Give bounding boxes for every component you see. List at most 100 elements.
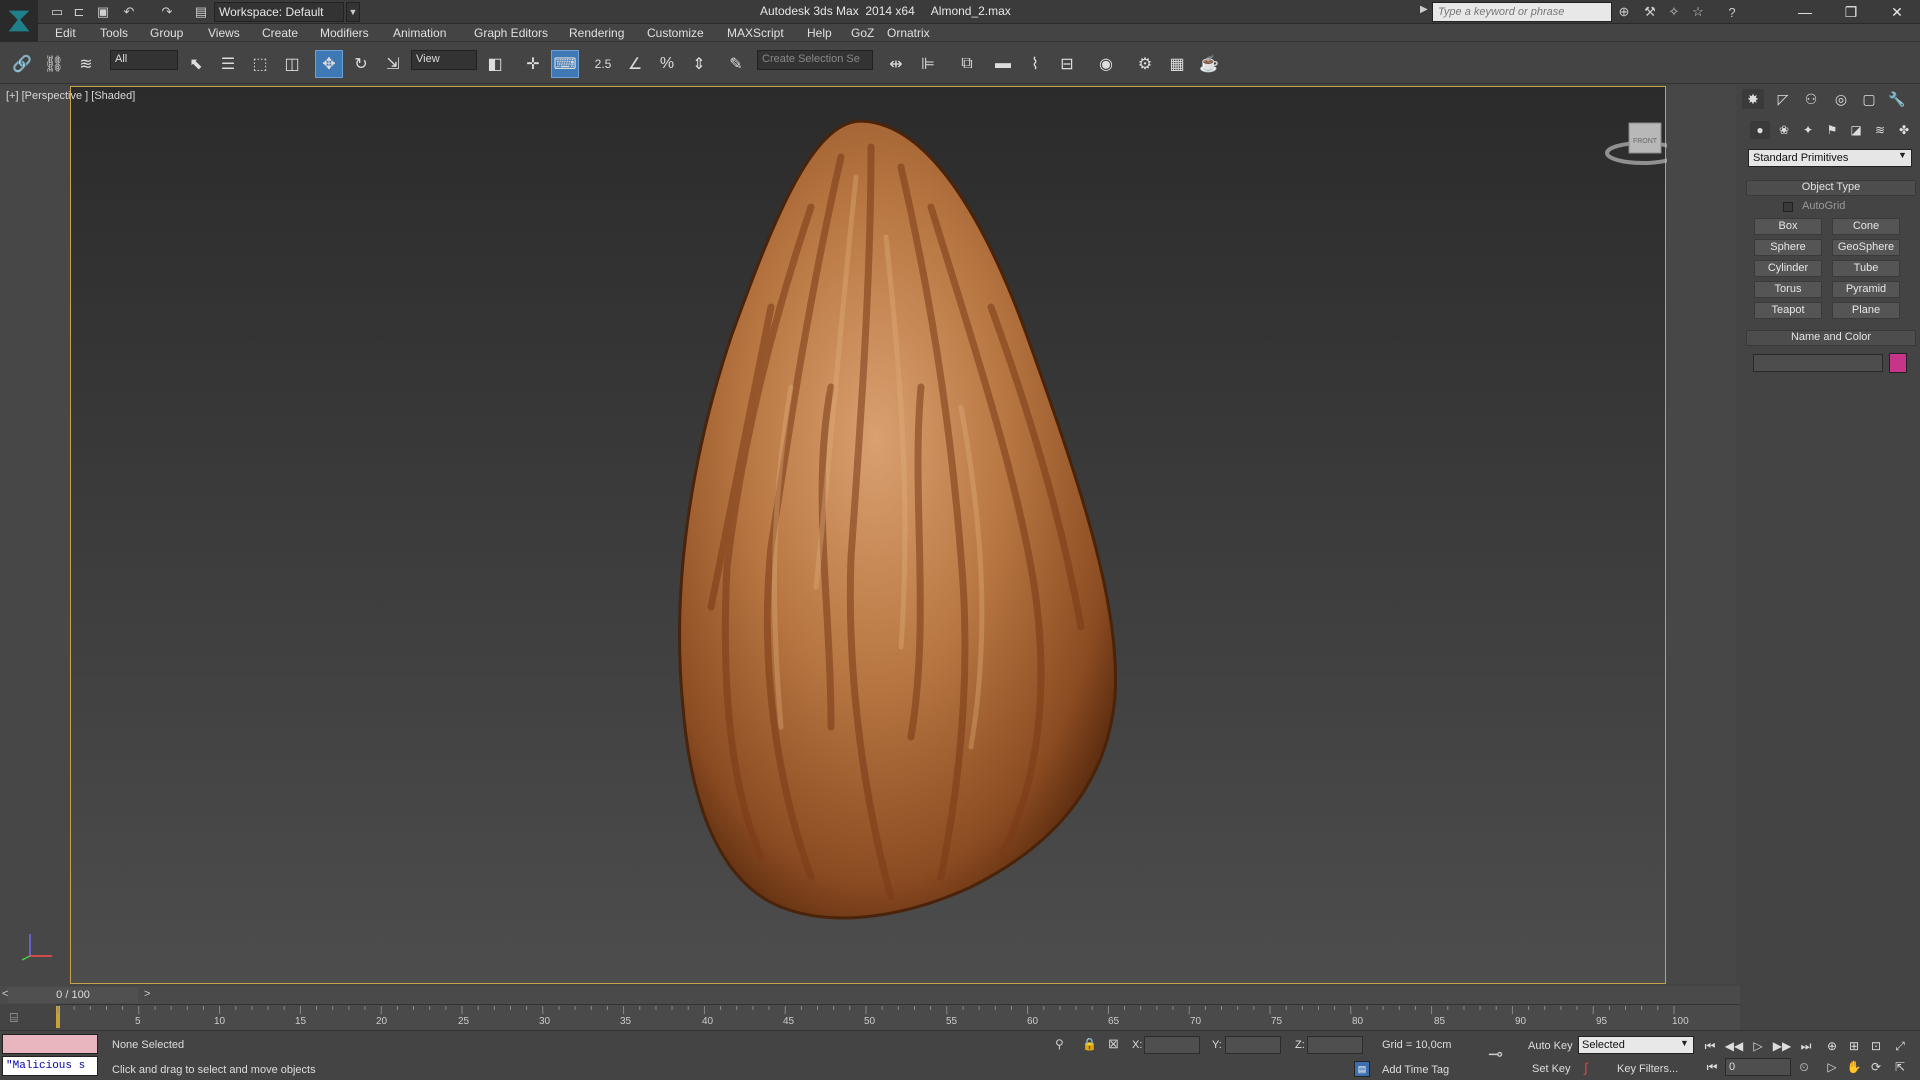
rectangular-selection-icon[interactable]: ⬚ (246, 50, 274, 78)
communication-center-icon[interactable]: ✧ (1664, 3, 1684, 21)
window-crossing-icon[interactable]: ◫ (278, 50, 306, 78)
menu-maxscript[interactable]: MAXScript (727, 26, 784, 40)
select-and-link-icon[interactable]: 🔗 (8, 50, 36, 78)
cone-button[interactable]: Cone (1832, 218, 1900, 235)
mini-curve-editor-icon[interactable]: ⌸ (10, 1010, 32, 1026)
search-expand-icon[interactable]: ▶ (1420, 4, 1428, 15)
save-file-icon[interactable]: ▣ (94, 3, 112, 21)
field-of-view-icon[interactable]: ▷ (1822, 1058, 1842, 1076)
time-configuration-icon[interactable]: ⏲ (1794, 1058, 1814, 1076)
object-name-input[interactable] (1753, 354, 1883, 372)
key-mode-arrow-icon[interactable]: ▼ (1680, 1038, 1689, 1048)
mirror-icon[interactable]: ⇹ (882, 50, 910, 78)
menu-modifiers[interactable]: Modifiers (320, 26, 369, 40)
open-file-icon[interactable]: ⊏ (70, 3, 88, 21)
key-mode-toggle-icon[interactable]: ⏮ (1702, 1058, 1722, 1076)
select-and-manipulate-icon[interactable]: ✛ (519, 50, 547, 78)
menu-customize[interactable]: Customize (647, 26, 704, 40)
zoom-icon[interactable]: ⊕ (1822, 1037, 1842, 1055)
reference-coordinate-dropdown[interactable]: View (411, 50, 477, 70)
named-selection-set-dropdown[interactable]: Create Selection Se (757, 50, 873, 70)
maxscript-listener-input[interactable] (2, 1034, 98, 1054)
subscription-key-icon[interactable]: ⚒ (1640, 3, 1660, 21)
systems-icon[interactable]: ✤ (1894, 121, 1914, 139)
app-menu-button[interactable] (0, 0, 38, 42)
select-object-icon[interactable]: ⬉ (182, 50, 210, 78)
autogrid-checkbox[interactable] (1783, 202, 1793, 212)
layer-explorer-icon[interactable]: ⧉ (953, 50, 981, 78)
menu-help[interactable]: Help (807, 26, 832, 40)
object-type-rollout[interactable]: Object Type (1746, 180, 1916, 196)
binoculars-icon[interactable]: ⊕ (1614, 3, 1634, 21)
time-slider-next-icon[interactable]: > (144, 988, 150, 1000)
bind-to-space-warp-icon[interactable]: ≋ (72, 50, 100, 78)
menu-tools[interactable]: Tools (100, 26, 128, 40)
menu-views[interactable]: Views (208, 26, 240, 40)
x-coordinate-field[interactable] (1144, 1036, 1200, 1054)
isolate-selection-icon[interactable]: ⚲ (1055, 1037, 1064, 1051)
shapes-icon[interactable]: ❀ (1774, 121, 1794, 139)
schematic-view-icon[interactable]: ⊟ (1053, 50, 1081, 78)
time-slider-thumb[interactable]: 0 / 100 (8, 987, 138, 1003)
plane-button[interactable]: Plane (1832, 302, 1900, 319)
time-tag-icon[interactable]: ▤ (1354, 1061, 1370, 1077)
project-folder-icon[interactable]: ▤ (192, 3, 210, 21)
helpers-icon[interactable]: ◪ (1846, 121, 1866, 139)
graphite-ribbon-icon[interactable]: ▬ (989, 50, 1017, 78)
selection-filter-dropdown[interactable]: All (110, 50, 178, 70)
go-to-end-icon[interactable]: ⏭ (1796, 1037, 1816, 1055)
absolute-mode-icon[interactable]: ⊠ (1108, 1036, 1119, 1052)
y-coordinate-field[interactable] (1225, 1036, 1281, 1054)
current-frame-field[interactable]: 0 (1725, 1058, 1791, 1076)
snaps-toggle-icon[interactable]: 2.5 (589, 50, 617, 78)
go-to-start-icon[interactable]: ⏮ (1700, 1037, 1720, 1055)
create-tab-icon[interactable]: ✸ (1742, 89, 1764, 109)
maxscript-listener-output[interactable]: "Malicious s (2, 1056, 98, 1076)
modify-tab-icon[interactable]: ◸ (1772, 89, 1794, 109)
select-and-scale-icon[interactable]: ⇲ (379, 50, 407, 78)
angle-snap-icon[interactable]: ∠ (621, 50, 649, 78)
select-and-rotate-icon[interactable]: ↻ (347, 50, 375, 78)
tube-button[interactable]: Tube (1832, 260, 1900, 277)
menu-group[interactable]: Group (150, 26, 183, 40)
next-frame-icon[interactable]: ▶▶ (1772, 1037, 1792, 1055)
display-tab-icon[interactable]: ▢ (1858, 89, 1880, 109)
perspective-viewport[interactable]: FRONT (70, 86, 1667, 984)
close-button[interactable]: ✕ (1874, 0, 1920, 24)
pan-view-icon[interactable]: ✋ (1844, 1058, 1864, 1076)
unlink-selection-icon[interactable]: ⛓ (40, 50, 68, 78)
cameras-icon[interactable]: ⚑ (1822, 121, 1842, 139)
help-icon[interactable]: ? (1722, 3, 1742, 21)
default-tangents-icon[interactable]: ∫ (1584, 1060, 1588, 1075)
material-editor-icon[interactable]: ◉ (1092, 50, 1120, 78)
maximize-button[interactable]: ❐ (1828, 0, 1874, 24)
zoom-extents-icon[interactable]: ⊞ (1844, 1037, 1864, 1055)
edit-named-selection-icon[interactable]: ✎ (722, 50, 750, 78)
space-warps-icon[interactable]: ≋ (1870, 121, 1890, 139)
object-color-swatch[interactable] (1889, 353, 1907, 373)
selection-lock-icon[interactable]: 🔒 (1082, 1037, 1097, 1051)
maximize-toggle-icon[interactable]: ⇱ (1890, 1058, 1910, 1076)
spinner-snap-icon[interactable]: ⇕ (685, 50, 713, 78)
z-coordinate-field[interactable] (1307, 1036, 1363, 1054)
align-icon[interactable]: ⊫ (914, 50, 942, 78)
add-time-tag-button[interactable]: Add Time Tag (1382, 1064, 1449, 1076)
zoom-extents-all-icon[interactable]: ⊡ (1866, 1037, 1886, 1055)
pyramid-button[interactable]: Pyramid (1832, 281, 1900, 298)
name-and-color-rollout[interactable]: Name and Color (1746, 330, 1916, 346)
cylinder-button[interactable]: Cylinder (1754, 260, 1822, 277)
menu-ornatrix[interactable]: Ornatrix (887, 26, 930, 40)
menu-create[interactable]: Create (262, 26, 298, 40)
motion-tab-icon[interactable]: ◎ (1830, 89, 1852, 109)
key-filters-button[interactable]: Key Filters... (1617, 1063, 1678, 1075)
render-production-icon[interactable]: ☕ (1195, 50, 1223, 78)
pivot-center-icon[interactable]: ◧ (481, 50, 509, 78)
maximize-viewport-icon[interactable]: ⤢ (1890, 1037, 1910, 1055)
render-setup-icon[interactable]: ⚙ (1131, 50, 1159, 78)
keyboard-shortcut-override-icon[interactable]: ⌨ (551, 50, 579, 78)
percent-snap-icon[interactable]: % (653, 50, 681, 78)
dropdown-arrow-icon[interactable]: ▼ (1898, 150, 1907, 160)
viewport-label[interactable]: [+] [Perspective ] [Shaded] (6, 90, 135, 102)
lights-icon[interactable]: ✦ (1798, 121, 1818, 139)
favorites-star-icon[interactable]: ☆ (1688, 3, 1708, 21)
